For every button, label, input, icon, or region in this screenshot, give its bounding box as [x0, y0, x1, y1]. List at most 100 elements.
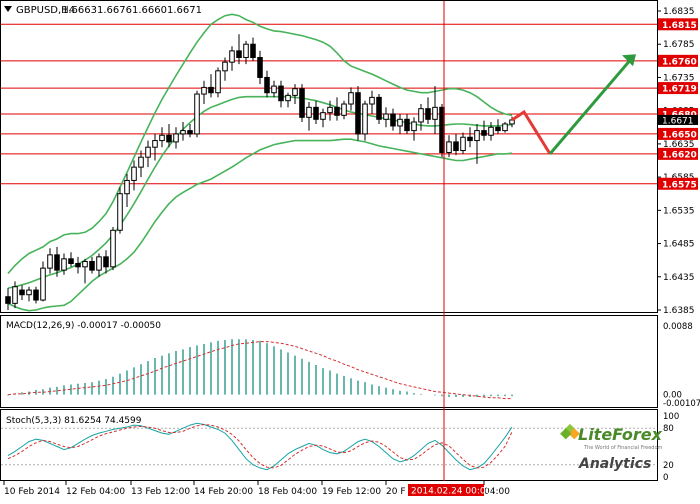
- candle-body-bear: [355, 92, 361, 135]
- ohlc-close: 1.6671: [167, 5, 202, 16]
- candle-body-bull: [61, 258, 67, 271]
- candle-71: [502, 121, 508, 133]
- chart-svg: 0.00880.00-0.00107 10080200 1.68351.6785…: [0, 0, 700, 497]
- candle-body-bear: [495, 126, 501, 132]
- candle-body-bear: [75, 262, 81, 268]
- candle-body-bull: [411, 121, 417, 132]
- candle-body-bear: [404, 118, 410, 132]
- candle-body-bear: [5, 296, 11, 304]
- candle-body-bull: [348, 92, 354, 105]
- candle-body-bull: [47, 254, 53, 269]
- candle-body-bull: [502, 123, 508, 132]
- price-tick-label: 1.6735: [663, 73, 695, 83]
- stoch-tick-label: 0: [663, 473, 668, 483]
- candle-body-bear: [467, 136, 473, 142]
- candle-body-bull: [159, 134, 165, 142]
- price-tick-label: 1.6535: [663, 206, 695, 216]
- candle-body-bull: [201, 86, 207, 95]
- candle-body-bear: [425, 108, 431, 120]
- price-tick-label: 1.6835: [663, 7, 695, 17]
- candle-body-bull: [222, 61, 228, 72]
- current-price-label: 1.6671: [662, 116, 694, 126]
- time-tick-label: 12 Feb 04:00: [66, 487, 125, 497]
- candle-42: [299, 84, 305, 122]
- level-label: 1.6620: [662, 150, 697, 160]
- time-tick-label: 14 Feb 20:00: [194, 487, 253, 497]
- candle-body-bear: [208, 86, 214, 94]
- logo-tagline: The World of Financial Freedom: [583, 445, 663, 451]
- price-tick-label: 1.6785: [663, 40, 695, 50]
- candle-body-bull: [124, 179, 130, 195]
- candle-body-bull: [488, 126, 494, 136]
- candle-body-bear: [33, 289, 39, 301]
- date-marker-label: 2014.02.24 00:00: [411, 487, 492, 497]
- candle-body-bull: [40, 267, 46, 301]
- logo-brand: LiteForex: [578, 425, 663, 444]
- candle-body-bear: [54, 254, 60, 271]
- candle-body-bull: [110, 229, 116, 268]
- candle-body-bull: [446, 141, 452, 154]
- candle-body-bull: [82, 260, 88, 268]
- candle-body-bear: [187, 130, 193, 135]
- candle-body-bear: [19, 289, 25, 296]
- candle-body-bull: [460, 136, 466, 152]
- candle-body-bull: [341, 103, 347, 116]
- time-tick-label: 13 Feb 12:00: [131, 487, 190, 497]
- ohlc-high: 1.6676: [97, 5, 132, 16]
- symbol-header: GBPUSD,H4 1.6663 1.6676 1.6660 1.6671: [4, 5, 202, 16]
- candle-body-bull: [383, 113, 389, 120]
- logo-subtitle: Analytics: [578, 456, 651, 472]
- candle-body-bull: [96, 256, 102, 271]
- candle-53: [376, 94, 382, 124]
- macd-tick-label: -0.00107: [663, 399, 700, 409]
- candle-body-bull: [369, 96, 375, 105]
- time-axis: 10 Feb 2014 12 Feb 04:00 13 Feb 12:00 14 Fe…: [3, 481, 510, 497]
- candle-body-bull: [229, 50, 235, 63]
- price-axis: 1.68351.67851.67351.66851.66351.65851.65…: [657, 7, 698, 316]
- ohlc-low: 1.6660: [132, 5, 167, 16]
- candle-body-bull: [418, 108, 424, 123]
- candle-30: [215, 67, 221, 98]
- candle-body-bear: [390, 113, 396, 127]
- candle-body-bull: [26, 289, 32, 296]
- candle-body-bull: [292, 88, 298, 96]
- candle-body-bear: [453, 141, 459, 152]
- candle-body-bear: [68, 258, 74, 264]
- candle-27: [194, 90, 200, 138]
- candle-16: [117, 187, 123, 234]
- macd-tick-label: 0.0088: [663, 322, 693, 332]
- candle-body-bull: [131, 166, 137, 181]
- ohlc-open: 1.6663: [62, 5, 97, 16]
- candle-body-bull: [432, 106, 438, 120]
- candle-body-bear: [166, 134, 172, 143]
- level-label: 1.6650: [662, 130, 697, 140]
- candle-body-bull: [138, 156, 144, 168]
- candle-body-bull: [145, 146, 151, 158]
- candle-body-bull: [117, 193, 123, 231]
- candle-body-bull: [271, 85, 277, 94]
- price-tick-label: 1.6435: [663, 273, 695, 283]
- stoch-tick-label: 20: [663, 461, 674, 471]
- time-tick-label: 10 Feb 2014: [4, 487, 60, 497]
- level-label: 1.6760: [662, 57, 697, 67]
- candle-body-bear: [313, 106, 319, 120]
- level-label: 1.6719: [662, 85, 697, 95]
- candle-body-bull: [397, 118, 403, 127]
- candle-body-bear: [334, 106, 340, 116]
- candle-body-bull: [327, 106, 333, 114]
- candle-body-bear: [299, 88, 305, 118]
- stoch-header: Stoch(5,3,3) 81.6254 74.4599: [6, 416, 142, 426]
- candle-body-bull: [243, 43, 249, 59]
- candle-body-bear: [278, 85, 284, 102]
- time-tick-label: 20 F: [386, 487, 406, 497]
- price-tick-label: 1.6485: [663, 240, 695, 250]
- candle-body-bear: [481, 130, 487, 136]
- candle-body-bull: [215, 70, 221, 94]
- candle-body-bull: [362, 103, 368, 135]
- time-tick-label: 18 Feb 04:00: [258, 487, 317, 497]
- stoch-tick-label: 80: [663, 424, 674, 434]
- candle-body-bull: [152, 140, 158, 148]
- candle-body-bull: [474, 130, 480, 142]
- candle-body-bull: [285, 94, 291, 102]
- candle-body-bull: [194, 93, 200, 135]
